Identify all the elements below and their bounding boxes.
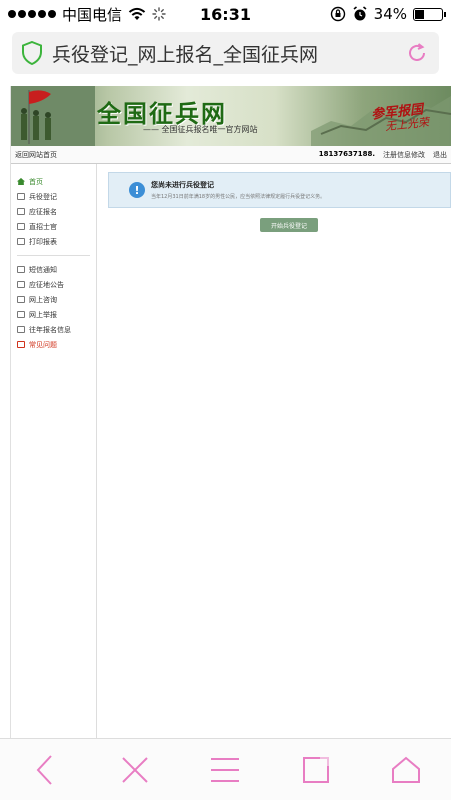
battery-icon	[413, 7, 446, 21]
message-icon	[17, 266, 25, 273]
menu-icon	[211, 757, 240, 782]
page-title[interactable]: 兵役登记_网上报名_全国征兵网	[52, 40, 405, 67]
sidebar-item-label: 兵役登记	[29, 192, 57, 201]
status-bar: 中国电信 16:31 34%	[0, 0, 451, 28]
sidebar-item-label: 直招士官	[29, 222, 57, 231]
logout-link[interactable]: 退出	[433, 150, 447, 160]
info-icon: !	[129, 182, 145, 198]
back-button[interactable]	[25, 750, 65, 790]
tabs-icon	[302, 756, 329, 783]
sidebar-item-local-announcement[interactable]: 应征地公告	[11, 277, 96, 292]
question-icon	[17, 341, 25, 348]
sidebar-item-online-report[interactable]: 网上举报	[11, 307, 96, 322]
user-phone: 18137637188.	[318, 149, 375, 158]
sidebar-item-direct-nco[interactable]: 直招士官	[11, 219, 96, 234]
start-registration-button[interactable]: 开始兵役登记	[260, 218, 318, 232]
browser-toolbar	[0, 738, 451, 800]
site-slogan: —— 全国征兵报名唯一官方网站	[143, 125, 258, 134]
sidebar-item-label: 应征地公告	[29, 280, 64, 289]
sidebar-item-label: 常见问题	[29, 340, 57, 349]
sidebar-item-home[interactable]: 首页	[11, 174, 96, 189]
notice-text: 当年12月31日前年满18岁的男性公民，应当依照法律规定履行兵役登记义务。	[151, 194, 326, 200]
notice-heading: 您尚未进行兵役登记	[151, 181, 214, 189]
history-icon	[17, 326, 25, 333]
home-icon	[17, 178, 25, 185]
wifi-icon	[128, 7, 146, 21]
sidebar-item-online-consult[interactable]: 网上咨询	[11, 292, 96, 307]
battery-percent: 34%	[373, 5, 407, 23]
sidebar-item-label: 打印报表	[29, 237, 57, 246]
shield-icon	[22, 41, 42, 65]
carrier-label: 中国电信	[62, 5, 123, 24]
alarm-icon	[353, 6, 367, 21]
sidebar-item-military-registration[interactable]: 兵役登记	[11, 189, 96, 204]
sidebar-item-label: 往年报名信息	[29, 325, 71, 334]
close-icon	[122, 756, 148, 783]
menu-button[interactable]	[205, 750, 245, 790]
person-icon	[17, 223, 25, 230]
close-button[interactable]	[115, 750, 155, 790]
sidebar-item-faq[interactable]: 常见问题	[11, 337, 96, 352]
site-banner: 全国征兵网 —— 全国征兵报名唯一官方网站 参军报国 无上光荣	[11, 86, 451, 146]
chevron-left-icon	[36, 754, 52, 785]
sidebar-item-print-report[interactable]: 打印报表	[11, 234, 96, 249]
back-to-home-link[interactable]: 返回网站首页	[15, 150, 57, 160]
main-content: ! 您尚未进行兵役登记 当年12月31日前年满18岁的男性公民，应当依照法律规定…	[108, 164, 451, 738]
signal-icon	[8, 10, 56, 18]
edit-icon	[17, 208, 25, 215]
registration-notice: ! 您尚未进行兵役登记 当年12月31日前年满18岁的男性公民，应当依照法律规定…	[108, 172, 451, 208]
sidebar-item-past-signup[interactable]: 往年报名信息	[11, 322, 96, 337]
form-icon	[17, 193, 25, 200]
tabs-button[interactable]	[296, 750, 336, 790]
sidebar-item-enlistment-signup[interactable]: 应征报名	[11, 204, 96, 219]
address-bar[interactable]: 兵役登记_网上报名_全国征兵网	[12, 32, 439, 74]
sidebar-item-label: 应征报名	[29, 207, 57, 216]
web-page: 全国征兵网 —— 全国征兵报名唯一官方网站 参军报国 无上光荣 返回网站首页 1…	[10, 86, 451, 738]
sidebar-item-label: 网上举报	[29, 310, 57, 319]
sidebar-item-sms-notice[interactable]: 短信通知	[11, 262, 96, 277]
soldiers-flag-image	[11, 86, 95, 146]
edit-registration-link[interactable]: 注册信息修改	[383, 150, 425, 160]
sidebar-item-label: 网上咨询	[29, 295, 57, 304]
battery-fill	[415, 9, 424, 19]
sidebar-divider	[17, 255, 90, 256]
top-navigation: 返回网站首页 18137637188. 注册信息修改 退出	[11, 146, 451, 164]
home-button[interactable]	[386, 750, 426, 790]
sidebar: 首页 兵役登记 应征报名 直招士官 打印报表 短信通知 应征地公告 网上咨询 网…	[11, 164, 97, 738]
chat-icon	[17, 296, 25, 303]
announcement-icon	[17, 281, 25, 288]
report-icon	[17, 311, 25, 318]
rotation-lock-icon	[330, 6, 345, 22]
printer-icon	[17, 238, 25, 245]
loading-icon	[152, 7, 166, 21]
reload-icon[interactable]	[405, 41, 429, 65]
home-icon	[391, 756, 420, 783]
sidebar-item-label: 短信通知	[29, 265, 57, 274]
sidebar-item-label: 首页	[29, 177, 43, 186]
